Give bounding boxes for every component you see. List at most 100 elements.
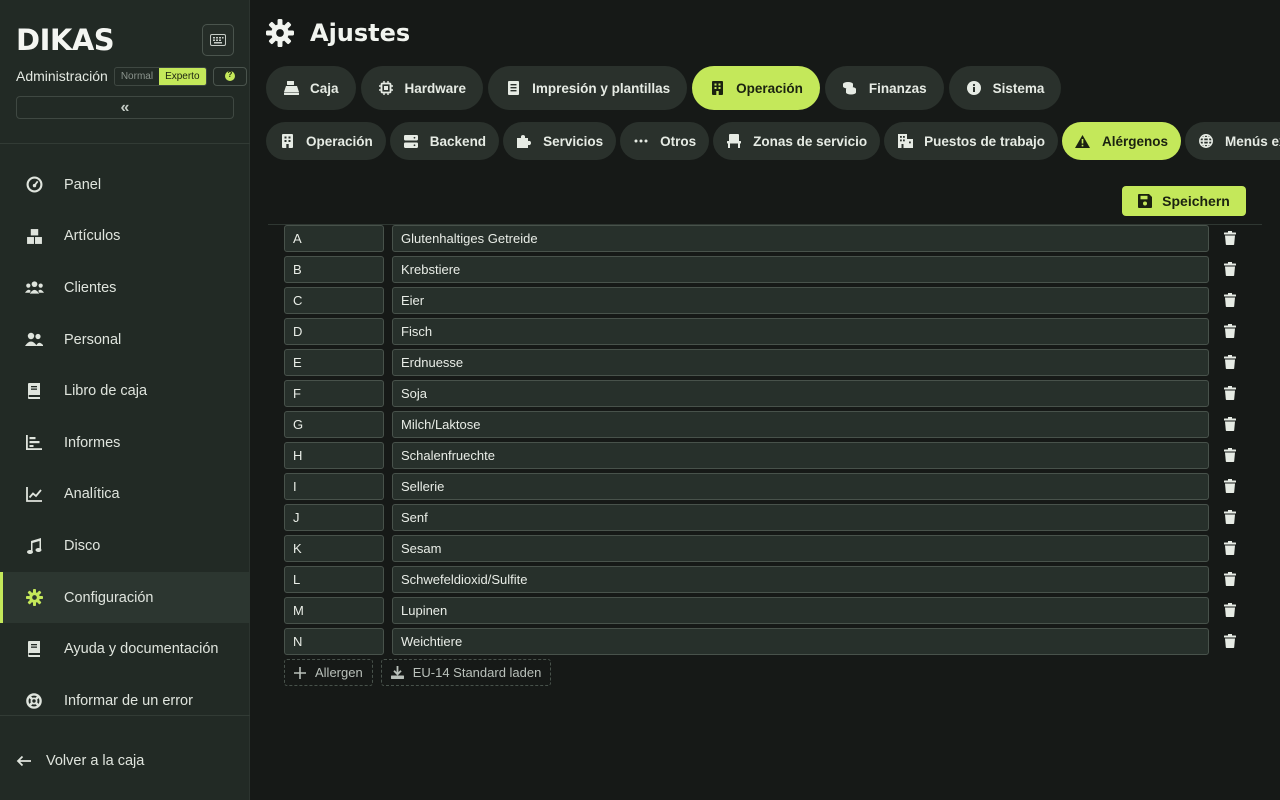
sidebar-item-configuration[interactable]: Configuración bbox=[0, 571, 250, 624]
delete-allergen-button[interactable] bbox=[1222, 354, 1238, 370]
allergen-name-input[interactable]: Schalenfruechte bbox=[392, 442, 1209, 469]
tab-finances[interactable]: Finanzas bbox=[824, 66, 944, 110]
allergen-code-input[interactable]: N bbox=[284, 628, 384, 655]
sidebar-item-label: Panel bbox=[64, 176, 102, 193]
delete-allergen-button[interactable] bbox=[1222, 292, 1238, 308]
chair-icon bbox=[726, 133, 742, 149]
sidebar-item-panel[interactable]: Panel bbox=[0, 159, 250, 211]
mode-expert[interactable]: Experto bbox=[159, 67, 206, 85]
allergen-list: A Glutenhaltiges Getreide B Krebstiere C Eier… bbox=[284, 225, 1236, 659]
logo: DIKAS bbox=[16, 23, 115, 57]
gear-icon bbox=[24, 588, 44, 608]
allergen-name-input[interactable]: Glutenhaltiges Getreide bbox=[392, 225, 1209, 252]
tab-system[interactable]: Sistema bbox=[948, 66, 1062, 110]
allergen-code-input[interactable]: A bbox=[284, 225, 384, 252]
secondary-tabs: Operación Backend Servicios Otros Zonas … bbox=[266, 122, 1280, 160]
back-to-register-link[interactable]: Volver a la caja bbox=[16, 750, 144, 772]
subtab-operation[interactable]: Operación bbox=[266, 122, 386, 160]
allergen-code-input[interactable]: F bbox=[284, 380, 384, 407]
delete-allergen-button[interactable] bbox=[1222, 261, 1238, 277]
help-button[interactable] bbox=[212, 66, 247, 86]
allergen-row: M Lupinen bbox=[284, 597, 1236, 628]
allergen-name-input[interactable]: Weichtiere bbox=[392, 628, 1209, 655]
allergen-name-input[interactable]: Schwefeldioxid/Sulfite bbox=[392, 566, 1209, 593]
allergen-row: I Sellerie bbox=[284, 473, 1236, 504]
allergen-name-input[interactable]: Sellerie bbox=[392, 473, 1209, 500]
allergen-code-input[interactable]: E bbox=[284, 349, 384, 376]
sidebar-item-clients[interactable]: Clientes bbox=[0, 262, 250, 314]
allergen-code-input[interactable]: G bbox=[284, 411, 384, 438]
delete-allergen-button[interactable] bbox=[1222, 478, 1238, 494]
subtab-service-zones[interactable]: Zonas de servicio bbox=[713, 122, 881, 160]
allergen-name-input[interactable]: Fisch bbox=[392, 318, 1209, 345]
allergen-code-input[interactable]: L bbox=[284, 566, 384, 593]
allergen-code-input[interactable]: M bbox=[284, 597, 384, 624]
subtab-backend[interactable]: Backend bbox=[389, 122, 500, 160]
allergen-code-input[interactable]: H bbox=[284, 442, 384, 469]
allergen-name-input[interactable]: Sesam bbox=[392, 535, 1209, 562]
delete-allergen-button[interactable] bbox=[1222, 509, 1238, 525]
back-label: Volver a la caja bbox=[46, 753, 145, 769]
sidebar-item-reports[interactable]: Informes bbox=[0, 417, 250, 469]
allergen-code-input[interactable]: D bbox=[284, 318, 384, 345]
allergen-name-input[interactable]: Milch/Laktose bbox=[392, 411, 1209, 438]
allergen-row: C Eier bbox=[284, 287, 1236, 318]
allergen-name-input[interactable]: Lupinen bbox=[392, 597, 1209, 624]
mode-normal[interactable]: Normal bbox=[115, 68, 159, 85]
allergen-name-input[interactable]: Erdnuesse bbox=[392, 349, 1209, 376]
tab-printing[interactable]: Impresión y plantillas bbox=[488, 66, 688, 110]
allergen-code-input[interactable]: I bbox=[284, 473, 384, 500]
delete-allergen-button[interactable] bbox=[1222, 447, 1238, 463]
allergen-row: E Erdnuesse bbox=[284, 349, 1236, 380]
keyboard-button[interactable] bbox=[202, 24, 234, 56]
allergen-name-input[interactable]: Eier bbox=[392, 287, 1209, 314]
delete-allergen-button[interactable] bbox=[1222, 540, 1238, 556]
register-icon bbox=[283, 80, 299, 96]
sidebar-item-staff[interactable]: Personal bbox=[0, 314, 250, 366]
delete-allergen-button[interactable] bbox=[1222, 633, 1238, 649]
delete-allergen-button[interactable] bbox=[1222, 571, 1238, 587]
delete-allergen-button[interactable] bbox=[1222, 385, 1238, 401]
sidebar-item-analytics[interactable]: Analítica bbox=[0, 469, 250, 521]
office-icon bbox=[897, 133, 913, 149]
save-button[interactable]: Speichern bbox=[1122, 186, 1246, 216]
tab-label: Alérgenos bbox=[1101, 133, 1168, 149]
add-allergen-button[interactable]: Allergen bbox=[284, 659, 373, 686]
allergen-name-input[interactable]: Soja bbox=[392, 380, 1209, 407]
sidebar-item-label: Clientes bbox=[64, 279, 117, 296]
allergen-code-input[interactable]: B bbox=[284, 256, 384, 283]
sidebar-item-disco[interactable]: Disco bbox=[0, 520, 250, 572]
allergen-name-input[interactable]: Senf bbox=[392, 504, 1209, 531]
tab-operation[interactable]: Operación bbox=[692, 66, 820, 110]
load-eu14-standard-button[interactable]: EU-14 Standard laden bbox=[380, 659, 552, 686]
load-standard-label: EU-14 Standard laden bbox=[412, 665, 542, 680]
allergen-name-input[interactable]: Krebstiere bbox=[392, 256, 1209, 283]
mode-toggle[interactable]: Normal Experto bbox=[113, 66, 207, 86]
allergen-code-input[interactable]: K bbox=[284, 535, 384, 562]
delete-allergen-button[interactable] bbox=[1222, 323, 1238, 339]
sidebar-item-report-bug[interactable]: Informar de un error bbox=[0, 675, 250, 727]
allergen-row: L Schwefeldioxid/Sulfite bbox=[284, 566, 1236, 597]
ellipsis-icon bbox=[633, 133, 649, 149]
tab-caja[interactable]: Caja bbox=[266, 66, 356, 110]
allergen-row: H Schalenfruechte bbox=[284, 442, 1236, 473]
tab-hardware[interactable]: Hardware bbox=[360, 66, 484, 110]
book-icon bbox=[24, 639, 44, 659]
delete-allergen-button[interactable] bbox=[1222, 602, 1238, 618]
subtab-external-menus[interactable]: Menús externos bbox=[1185, 122, 1280, 160]
subtab-services[interactable]: Servicios bbox=[503, 122, 617, 160]
subtab-workstations[interactable]: Puestos de trabajo bbox=[884, 122, 1058, 160]
bar-chart-icon bbox=[24, 433, 44, 453]
allergen-code-input[interactable]: C bbox=[284, 287, 384, 314]
subtab-others[interactable]: Otros bbox=[620, 122, 710, 160]
subtab-allergens[interactable]: Alérgenos bbox=[1061, 122, 1181, 160]
delete-allergen-button[interactable] bbox=[1222, 230, 1238, 246]
delete-allergen-button[interactable] bbox=[1222, 416, 1238, 432]
gauge-icon bbox=[24, 175, 44, 195]
sidebar-item-articles[interactable]: Artículos bbox=[0, 211, 250, 263]
tab-label: Otros bbox=[660, 133, 697, 149]
sidebar-item-cashbook[interactable]: Libro de caja bbox=[0, 365, 250, 417]
sidebar-item-help[interactable]: Ayuda y documentación bbox=[0, 623, 250, 675]
allergen-code-input[interactable]: J bbox=[284, 504, 384, 531]
collapse-sidebar-button[interactable]: « bbox=[16, 96, 234, 119]
